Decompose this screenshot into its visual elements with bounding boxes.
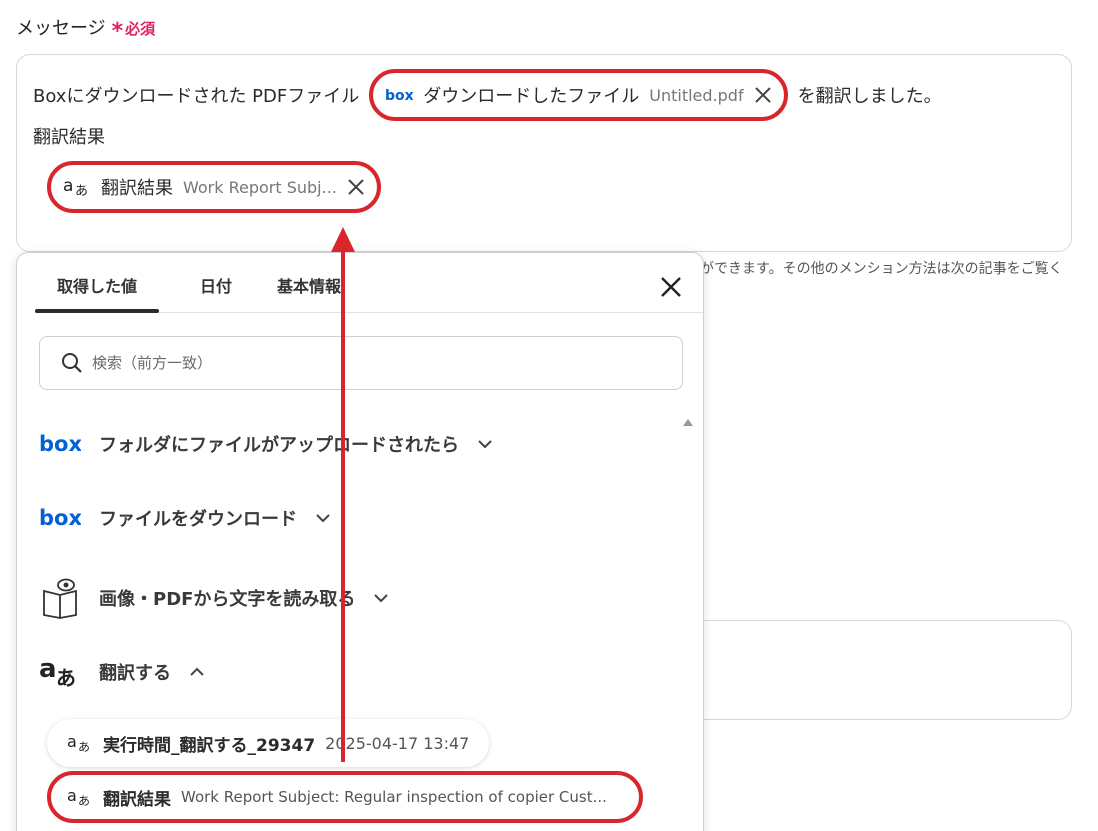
box-logo-text: box [39, 433, 81, 455]
field-label-text: メッセージ [16, 18, 106, 39]
box-logo-icon: box [39, 433, 81, 455]
ocr-book-icon [43, 578, 77, 619]
section-folder-upload[interactable]: box フォルダにファイルがアップロードされたら [39, 431, 493, 457]
box-logo-text: box [39, 507, 81, 529]
svg-text:a: a [67, 732, 77, 751]
svg-text:あ: あ [78, 740, 90, 754]
pill-label: 翻訳結果 [101, 178, 173, 199]
translate-icon: a あ [63, 176, 88, 198]
scroll-up-arrow[interactable] [683, 419, 693, 426]
search-input[interactable] [92, 354, 652, 372]
svg-text:あ: あ [56, 666, 76, 689]
item-label: 実行時間_翻訳する_29347 [103, 735, 316, 756]
item-value: 2025-04-17 13:47 [325, 733, 470, 753]
section-label: ファイルをダウンロード [99, 509, 297, 530]
svg-text:a: a [67, 786, 77, 805]
helper-text: ができます。その他のメンション方法は次の記事をご覧く [700, 261, 1063, 277]
chevron-down-icon [478, 440, 492, 449]
section-translate[interactable]: a あ 翻訳する [39, 655, 205, 689]
svg-text:a: a [39, 655, 57, 684]
close-icon[interactable] [754, 86, 772, 104]
variable-picker-dropdown: 取得した値 日付 基本情報 box フォルダにファイルがアップロードされたら b… [16, 252, 704, 831]
translate-icon: a あ [67, 732, 90, 754]
required-text: 必須 [125, 20, 156, 38]
section-ocr[interactable]: 画像・PDFから文字を読み取る [39, 577, 389, 619]
section-label: フォルダにファイルがアップロードされたら [99, 435, 459, 456]
variable-pill-translation-result[interactable]: a あ 翻訳結果 Work Report Subj... [47, 161, 381, 213]
search-icon [62, 353, 82, 373]
svg-text:あ: あ [78, 794, 90, 808]
section-label: 翻訳する [99, 663, 171, 684]
picker-tabs: 取得した値 日付 基本情報 [34, 253, 703, 313]
box-logo-text: box [385, 88, 413, 103]
message-textarea[interactable]: Boxにダウンロードされた PDFファイル box ダウンロードしたファイル U… [16, 54, 1072, 252]
section-label: 画像・PDFから文字を読み取る [99, 589, 356, 610]
item-label: 翻訳結果 [103, 789, 171, 810]
required-badge: * 必須 [111, 19, 156, 44]
tab-date[interactable]: 日付 [200, 273, 232, 297]
message-line-2: 翻訳結果 [33, 127, 105, 148]
tab-basic-info[interactable]: 基本情報 [277, 273, 341, 297]
svg-text:a: a [63, 176, 73, 196]
translate-icon: a あ [67, 786, 90, 808]
chevron-down-icon [374, 594, 389, 603]
pill-value: Work Report Subj... [183, 177, 337, 197]
pill-label: ダウンロードしたファイル [423, 86, 640, 107]
translate-icon: a あ [39, 655, 76, 689]
box-logo-icon: box [39, 507, 81, 529]
pill-value: Untitled.pdf [649, 85, 744, 105]
value-item-translation-result[interactable]: a あ 翻訳結果 Work Report Subject: Regular in… [47, 771, 643, 823]
chevron-down-icon [316, 514, 330, 523]
item-value: Work Report Subject: Regular inspection … [181, 788, 607, 806]
value-item-execution-time[interactable]: a あ 実行時間_翻訳する_29347 2025-04-17 13:47 [47, 719, 490, 767]
close-icon[interactable] [347, 178, 365, 196]
message-line-1: Boxにダウンロードされた PDFファイル box ダウンロードしたファイル U… [33, 69, 942, 121]
secondary-input-box[interactable] [700, 620, 1072, 720]
field-label: メッセージ * 必須 [16, 14, 156, 44]
svg-text:あ: あ [75, 184, 88, 198]
close-icon[interactable] [657, 273, 685, 301]
variable-pill-downloaded-file[interactable]: box ダウンロードしたファイル Untitled.pdf [369, 69, 788, 121]
chevron-up-icon [190, 667, 204, 676]
tab-retrieved-values[interactable]: 取得した値 [34, 273, 160, 313]
message-text-before: Boxにダウンロードされた PDFファイル [33, 86, 360, 107]
section-file-download[interactable]: box ファイルをダウンロード [39, 505, 331, 531]
box-logo-icon: box [385, 88, 413, 103]
search-box[interactable] [39, 336, 683, 390]
message-text-after: を翻訳しました。 [797, 86, 942, 107]
